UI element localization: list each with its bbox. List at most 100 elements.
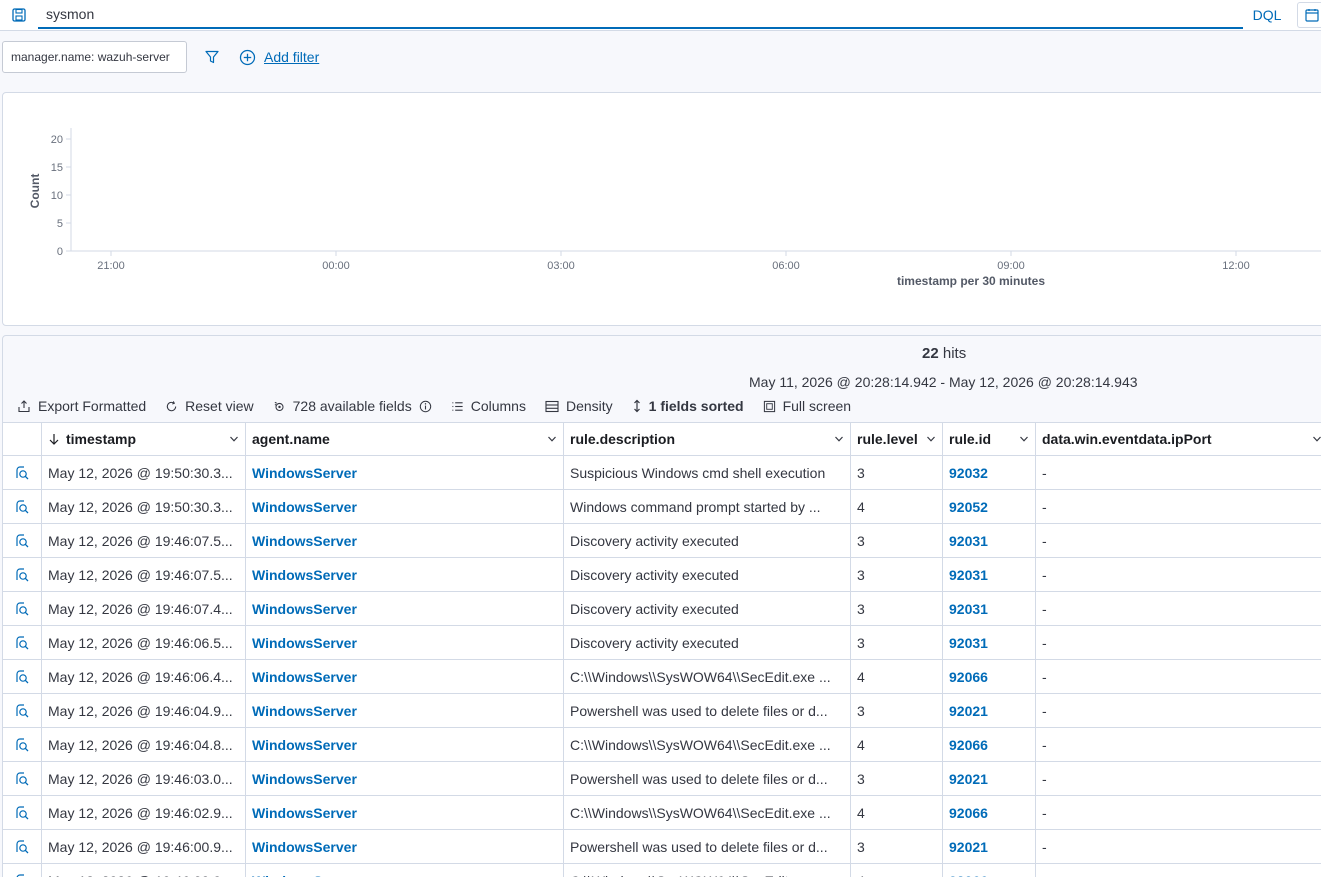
agent-name-link[interactable]: WindowsServer: [252, 737, 357, 753]
filter-options-button[interactable]: [200, 46, 224, 68]
cell-rule-id[interactable]: 92031: [943, 558, 1036, 591]
cell-ipport[interactable]: -: [1036, 456, 1321, 489]
rule-id-link[interactable]: 92066: [949, 873, 988, 877]
cell-ipport[interactable]: -: [1036, 830, 1321, 863]
cell-timestamp[interactable]: May 12, 2026 @ 19:46:07.5...: [42, 558, 246, 591]
cell-rule-id[interactable]: 92032: [943, 456, 1036, 489]
chevron-down-icon[interactable]: [926, 434, 936, 444]
inspect-document-button[interactable]: [14, 839, 30, 855]
agent-name-link[interactable]: WindowsServer: [252, 873, 357, 877]
inspect-document-button[interactable]: [14, 635, 30, 651]
cell-agent-name[interactable]: WindowsServer: [246, 728, 564, 761]
cell-rule-level[interactable]: 3: [851, 456, 943, 489]
date-picker-button[interactable]: [1297, 2, 1321, 28]
cell-rule-description[interactable]: Powershell was used to delete files or d…: [564, 830, 851, 863]
cell-rule-id[interactable]: 92066: [943, 728, 1036, 761]
cell-timestamp[interactable]: May 12, 2026 @ 19:46:04.9...: [42, 694, 246, 727]
inspect-document-button[interactable]: [14, 737, 30, 753]
cell-agent-name[interactable]: WindowsServer: [246, 694, 564, 727]
column-header-ipport[interactable]: data.win.eventdata.ipPort: [1036, 423, 1321, 455]
cell-ipport[interactable]: -: [1036, 796, 1321, 829]
agent-name-link[interactable]: WindowsServer: [252, 635, 357, 651]
cell-rule-id[interactable]: 92031: [943, 524, 1036, 557]
chevron-down-icon[interactable]: [229, 434, 239, 444]
column-header-rule-id[interactable]: rule.id: [943, 423, 1036, 455]
inspect-document-button[interactable]: [14, 805, 30, 821]
sort-fields-button[interactable]: 1 fields sorted: [632, 398, 744, 414]
inspect-document-button[interactable]: [14, 533, 30, 549]
full-screen-button[interactable]: Full screen: [763, 398, 851, 414]
inspect-document-button[interactable]: [14, 873, 30, 877]
cell-ipport[interactable]: -: [1036, 762, 1321, 795]
agent-name-link[interactable]: WindowsServer: [252, 533, 357, 549]
cell-agent-name[interactable]: WindowsServer: [246, 490, 564, 523]
inspect-document-button[interactable]: [14, 669, 30, 685]
cell-rule-level[interactable]: 4: [851, 490, 943, 523]
saved-query-button[interactable]: [4, 3, 34, 27]
cell-rule-description[interactable]: Discovery activity executed: [564, 592, 851, 625]
cell-rule-id[interactable]: 92066: [943, 660, 1036, 693]
cell-rule-description[interactable]: C:\\Windows\\SysWOW64\\SecEdit.exe ...: [564, 864, 851, 877]
cell-ipport[interactable]: -: [1036, 524, 1321, 557]
cell-rule-id[interactable]: 92052: [943, 490, 1036, 523]
cell-rule-id[interactable]: 92031: [943, 592, 1036, 625]
cell-ipport[interactable]: -: [1036, 592, 1321, 625]
agent-name-link[interactable]: WindowsServer: [252, 805, 357, 821]
cell-ipport[interactable]: -: [1036, 490, 1321, 523]
agent-name-link[interactable]: WindowsServer: [252, 567, 357, 583]
rule-id-link[interactable]: 92021: [949, 771, 988, 787]
agent-name-link[interactable]: WindowsServer: [252, 465, 357, 481]
cell-timestamp[interactable]: May 12, 2026 @ 19:46:02.9...: [42, 796, 246, 829]
cell-rule-level[interactable]: 3: [851, 524, 943, 557]
search-input[interactable]: [38, 1, 1243, 29]
cell-timestamp[interactable]: May 12, 2026 @ 19:46:06.5...: [42, 626, 246, 659]
rule-id-link[interactable]: 92031: [949, 635, 988, 651]
cell-rule-description[interactable]: Powershell was used to delete files or d…: [564, 694, 851, 727]
cell-timestamp[interactable]: May 12, 2026 @ 19:50:30.3...: [42, 456, 246, 489]
inspect-document-button[interactable]: [14, 465, 30, 481]
chevron-down-icon[interactable]: [547, 434, 557, 444]
cell-agent-name[interactable]: WindowsServer: [246, 830, 564, 863]
cell-rule-id[interactable]: 92066: [943, 796, 1036, 829]
cell-agent-name[interactable]: WindowsServer: [246, 660, 564, 693]
cell-agent-name[interactable]: WindowsServer: [246, 626, 564, 659]
rule-id-link[interactable]: 92066: [949, 805, 988, 821]
cell-agent-name[interactable]: WindowsServer: [246, 864, 564, 877]
cell-rule-level[interactable]: 3: [851, 626, 943, 659]
agent-name-link[interactable]: WindowsServer: [252, 499, 357, 515]
cell-rule-level[interactable]: 3: [851, 694, 943, 727]
cell-ipport[interactable]: -: [1036, 626, 1321, 659]
cell-rule-level[interactable]: 3: [851, 762, 943, 795]
cell-rule-description[interactable]: C:\\Windows\\SysWOW64\\SecEdit.exe ...: [564, 660, 851, 693]
column-header-rule-level[interactable]: rule.level: [851, 423, 943, 455]
reset-view-button[interactable]: Reset view: [165, 398, 254, 414]
cell-rule-id[interactable]: 92066: [943, 864, 1036, 877]
density-button[interactable]: Density: [545, 398, 613, 414]
cell-agent-name[interactable]: WindowsServer: [246, 524, 564, 557]
agent-name-link[interactable]: WindowsServer: [252, 601, 357, 617]
rule-id-link[interactable]: 92031: [949, 533, 988, 549]
column-header-agent-name[interactable]: agent.name: [246, 423, 564, 455]
rule-id-link[interactable]: 92031: [949, 567, 988, 583]
cell-timestamp[interactable]: May 12, 2026 @ 19:46:07.4...: [42, 592, 246, 625]
cell-rule-description[interactable]: Suspicious Windows cmd shell execution: [564, 456, 851, 489]
query-language-button[interactable]: DQL: [1244, 0, 1290, 30]
inspect-document-button[interactable]: [14, 499, 30, 515]
cell-rule-id[interactable]: 92021: [943, 694, 1036, 727]
cell-rule-description[interactable]: C:\\Windows\\SysWOW64\\SecEdit.exe ...: [564, 728, 851, 761]
agent-name-link[interactable]: WindowsServer: [252, 839, 357, 855]
cell-timestamp[interactable]: May 12, 2026 @ 19:46:00.0...: [42, 864, 246, 877]
cell-rule-description[interactable]: C:\\Windows\\SysWOW64\\SecEdit.exe ...: [564, 796, 851, 829]
inspect-document-button[interactable]: [14, 601, 30, 617]
cell-timestamp[interactable]: May 12, 2026 @ 19:46:03.0...: [42, 762, 246, 795]
cell-rule-description[interactable]: Discovery activity executed: [564, 558, 851, 591]
cell-rule-level[interactable]: 4: [851, 660, 943, 693]
cell-ipport[interactable]: -: [1036, 660, 1321, 693]
rule-id-link[interactable]: 92052: [949, 499, 988, 515]
agent-name-link[interactable]: WindowsServer: [252, 771, 357, 787]
cell-rule-level[interactable]: 4: [851, 864, 943, 877]
rule-id-link[interactable]: 92032: [949, 465, 988, 481]
cell-rule-id[interactable]: 92021: [943, 762, 1036, 795]
column-header-rule-description[interactable]: rule.description: [564, 423, 851, 455]
cell-timestamp[interactable]: May 12, 2026 @ 19:46:04.8...: [42, 728, 246, 761]
